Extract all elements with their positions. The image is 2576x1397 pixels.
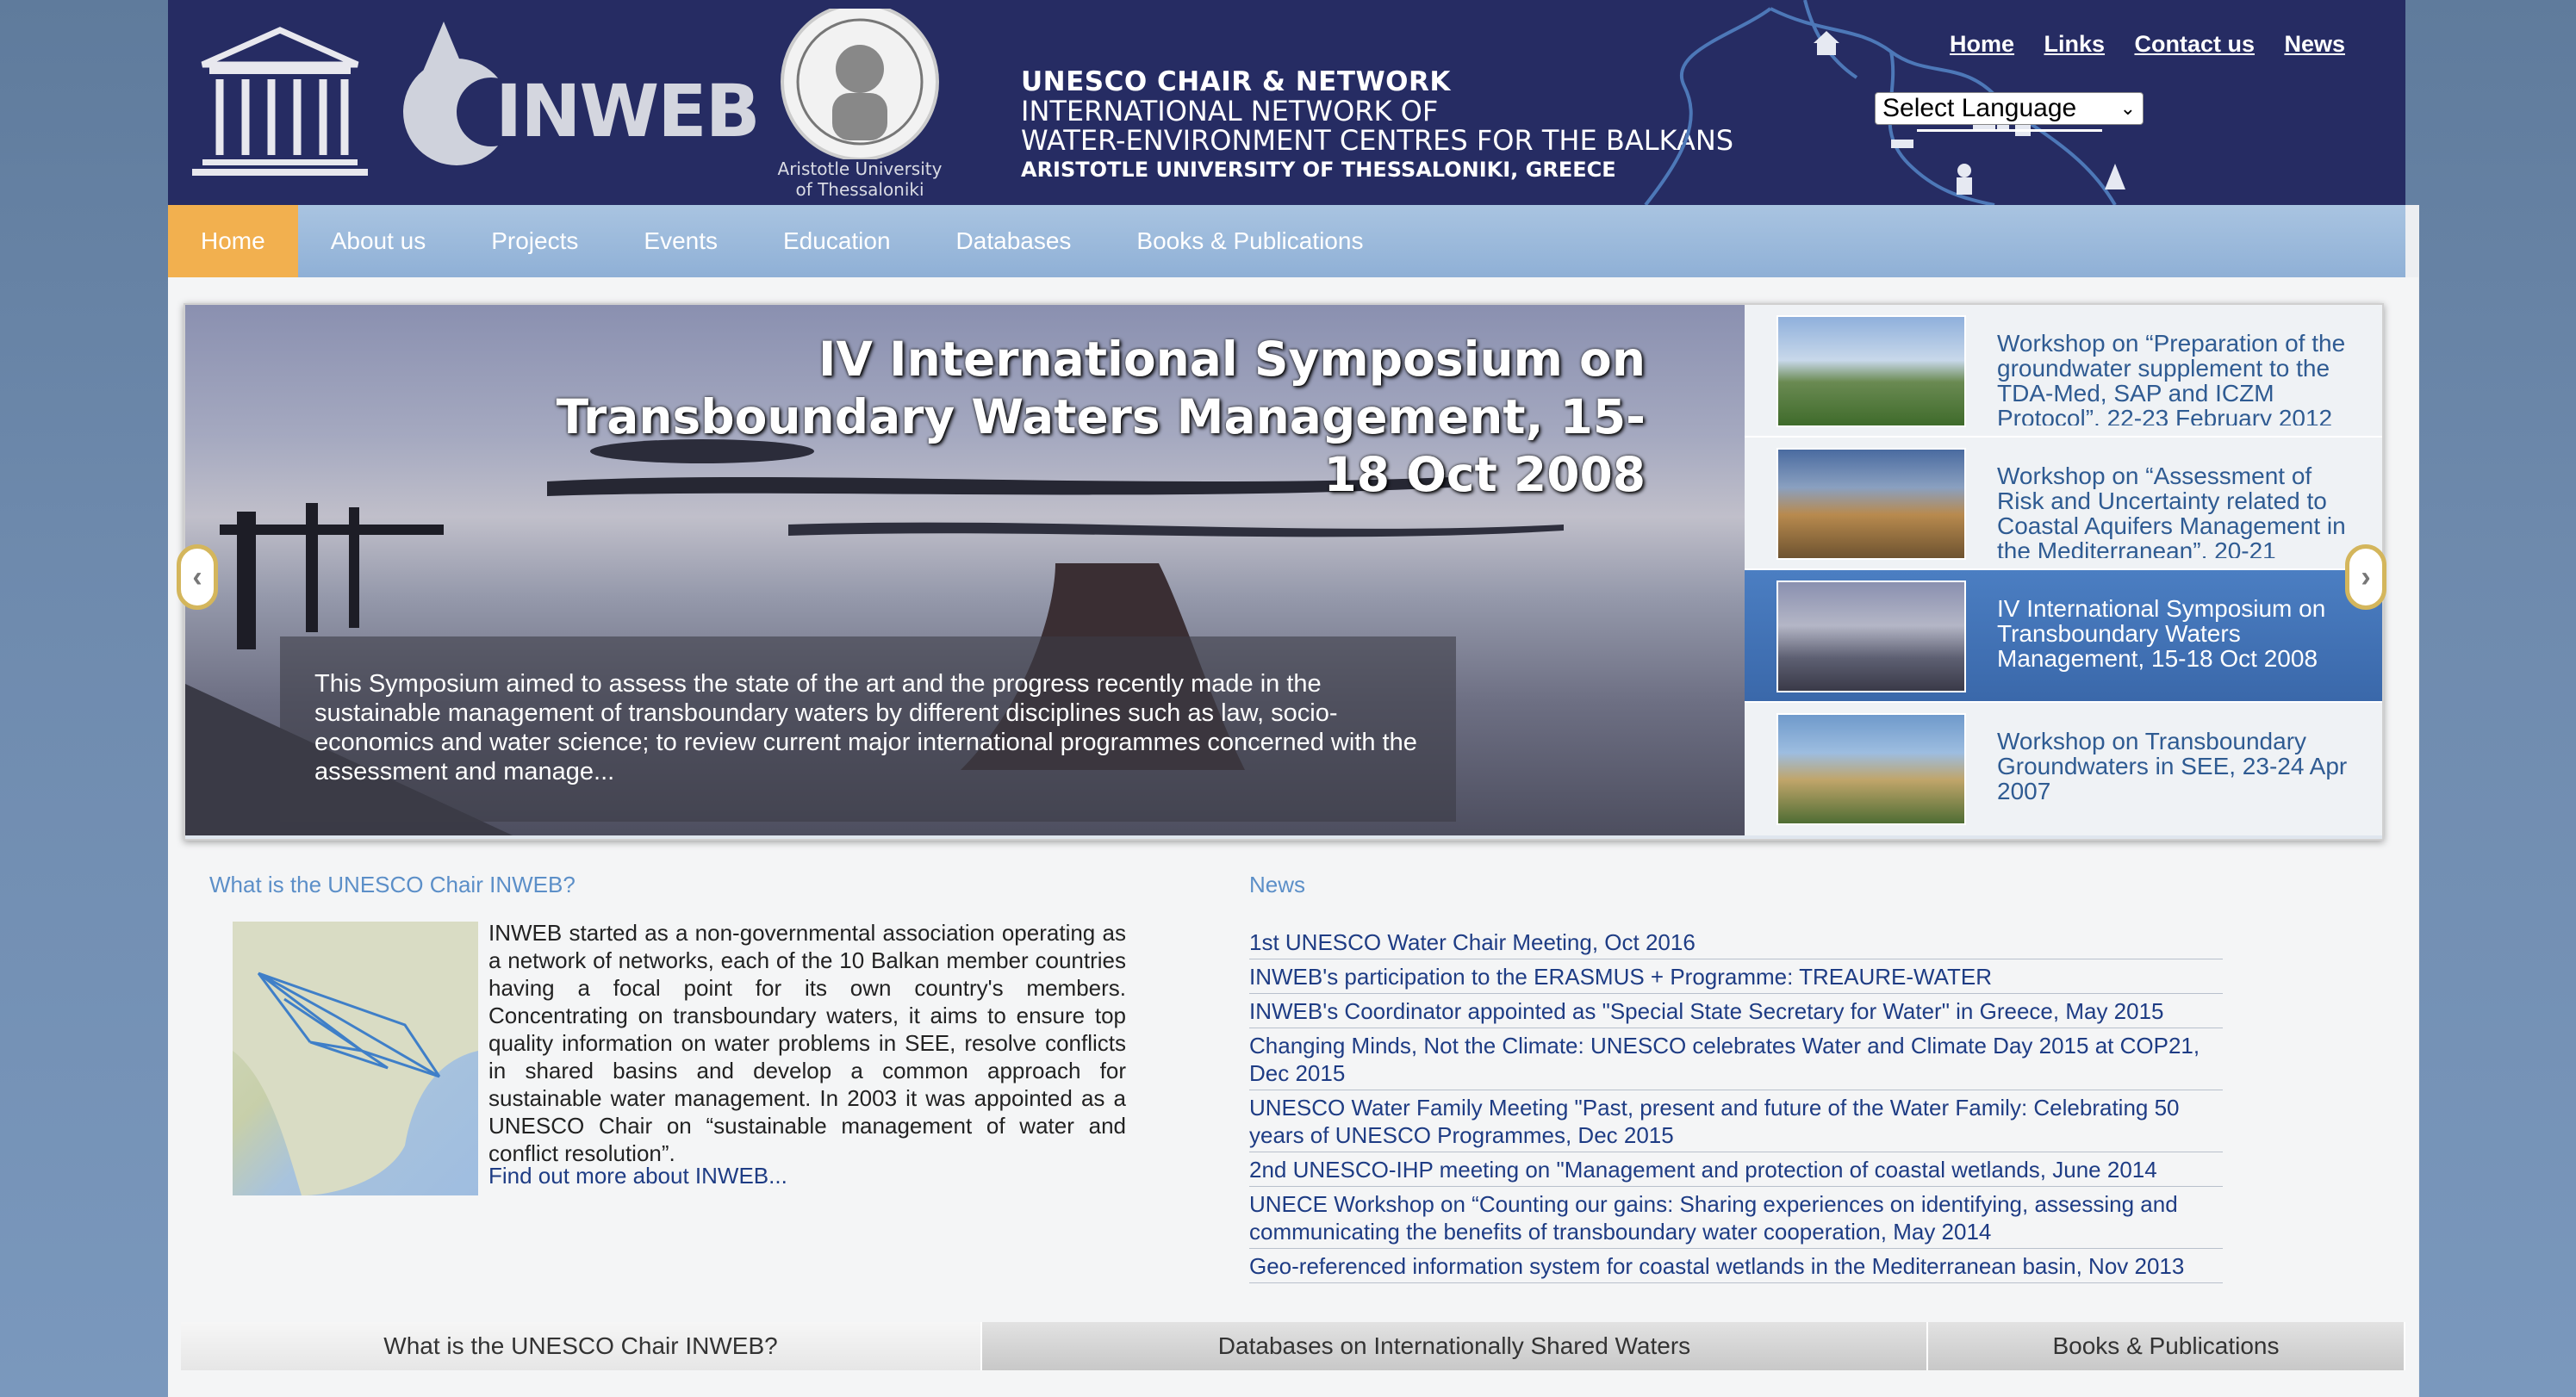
slider-thumb[interactable]: Workshop on “Assessment of Risk and Unce… [1745, 438, 2382, 570]
nav-home[interactable]: Home [168, 205, 298, 277]
nav-projects[interactable]: Projects [458, 205, 611, 277]
language-select-value: Select Language [1882, 94, 2077, 122]
bottom-tabs: What is the UNESCO Chair INWEB? Database… [181, 1322, 2405, 1370]
top-links: Home Links Contact us News [1924, 31, 2345, 58]
news-item[interactable]: 1st UNESCO Water Chair Meeting, Oct 2016 [1249, 925, 2223, 959]
thumb-image [1776, 713, 1966, 825]
news-item[interactable]: INWEB's participation to the ERASMUS + P… [1249, 959, 2223, 994]
thumb-image [1776, 581, 1966, 692]
nav-about-us[interactable]: About us [298, 205, 459, 277]
nav-education[interactable]: Education [750, 205, 924, 277]
bottom-tab-databases[interactable]: Databases on Internationally Shared Wate… [982, 1322, 1928, 1370]
thumb-title: Workshop on “Assessment of Risk and Unce… [1997, 463, 2346, 558]
about-text: INWEB started as a non-governmental asso… [488, 920, 1126, 1166]
thumb-image [1776, 448, 1966, 560]
bottom-tab-about[interactable]: What is the UNESCO Chair INWEB? [181, 1322, 982, 1370]
slider-next-button[interactable]: › [2345, 544, 2386, 610]
slide-title[interactable]: IV International Symposium on Transbound… [526, 331, 1646, 504]
map-network-lines [233, 922, 478, 1195]
nav-books-publications[interactable]: Books & Publications [1104, 205, 1396, 277]
chevron-left-icon: ‹ [192, 560, 202, 593]
chevron-right-icon: › [2361, 560, 2371, 593]
title-line-1: UNESCO CHAIR & NETWORK [1021, 66, 1451, 97]
slider-thumbnails: Workshop on “Preparation of the groundwa… [1745, 305, 2382, 835]
chevron-down-icon: ⌄ [2119, 97, 2136, 119]
news-list: 1st UNESCO Water Chair Meeting, Oct 2016… [1249, 925, 2223, 1283]
slide-description: This Symposium aimed to assess the state… [314, 670, 1417, 785]
news-item[interactable]: UNESCO Water Family Meeting "Past, prese… [1249, 1090, 2223, 1152]
slide-caption: This Symposium aimed to assess the state… [280, 636, 1456, 822]
thumb-image [1776, 315, 1966, 427]
thumb-title: Workshop on Transboundary Groundwaters i… [1997, 729, 2348, 804]
main-content: IV International Symposium on Transbound… [168, 277, 2418, 1397]
site-title: UNESCO CHAIR & NETWORK INTERNATIONAL NET… [1021, 67, 1733, 184]
news-heading: News [1249, 872, 1306, 897]
news-item[interactable]: 2nd UNESCO-IHP meeting on "Management an… [1249, 1152, 2223, 1187]
site-header: INWEB Aristotle University of Thessaloni… [168, 0, 2405, 205]
featured-slider: IV International Symposium on Transbound… [184, 303, 2384, 841]
thumb-title: IV International Symposium on Transbound… [1997, 596, 2326, 672]
slider-thumb-active[interactable]: IV International Symposium on Transbound… [1745, 570, 2382, 703]
title-line-2: INTERNATIONAL NETWORK OF [1021, 95, 1439, 127]
news-item[interactable]: Geo-referenced information system for co… [1249, 1249, 2223, 1283]
top-link-links[interactable]: Links [2044, 31, 2106, 57]
news-item[interactable]: Changing Minds, Not the Climate: UNESCO … [1249, 1028, 2223, 1090]
title-line-3: WATER-ENVIRONMENT CENTRES FOR THE BALKAN… [1021, 124, 1734, 157]
about-heading: What is the UNESCO Chair INWEB? [209, 872, 576, 897]
auth-caption-1: Aristotle University [777, 158, 943, 179]
slider-thumb[interactable]: Workshop on Transboundary Groundwaters i… [1745, 703, 2382, 835]
bottom-tab-books[interactable]: Books & Publications [1928, 1322, 2405, 1370]
top-link-contact[interactable]: Contact us [2134, 31, 2255, 57]
nav-databases[interactable]: Databases [924, 205, 1104, 277]
main-nav: Home About us Projects Events Education … [168, 205, 2405, 277]
thumb-title: Workshop on “Preparation of the groundwa… [1997, 331, 2346, 425]
auth-caption-2: of Thessaloniki [795, 179, 924, 200]
top-link-home[interactable]: Home [1950, 31, 2014, 57]
slider-prev-button[interactable]: ‹ [177, 544, 218, 610]
slide-image[interactable]: IV International Symposium on Transbound… [185, 305, 1745, 835]
news-item[interactable]: UNECE Workshop on “Counting our gains: S… [1249, 1187, 2223, 1249]
find-out-more-link[interactable]: Find out more about INWEB... [488, 1163, 787, 1189]
news-item[interactable]: INWEB's Coordinator appointed as "Specia… [1249, 994, 2223, 1028]
language-underline [1917, 129, 2102, 132]
title-line-4: ARISTOTLE UNIVERSITY OF THESSALONIKI, GR… [1021, 158, 1616, 182]
inweb-logo[interactable]: INWEB [396, 22, 767, 177]
slider-thumb[interactable]: Workshop on “Preparation of the groundwa… [1745, 305, 2382, 438]
language-select[interactable]: Select Language ⌄ [1875, 92, 2144, 125]
inweb-logo-text: INWEB [495, 69, 761, 153]
unesco-logo[interactable] [185, 26, 375, 177]
balkan-network-map[interactable] [233, 922, 478, 1195]
top-link-news[interactable]: News [2284, 31, 2345, 57]
nav-events[interactable]: Events [611, 205, 750, 277]
auth-logo[interactable]: Aristotle University of Thessaloniki [774, 9, 946, 202]
